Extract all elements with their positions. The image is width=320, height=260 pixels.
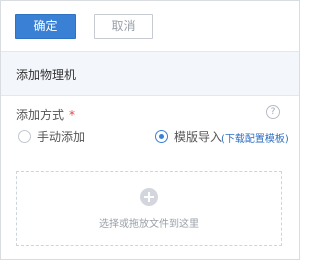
radio-checked-icon[interactable] xyxy=(155,129,168,143)
radio-manual-add[interactable]: 手动添加 xyxy=(18,128,85,144)
add-method-label-text: 添加方式 xyxy=(16,108,65,122)
help-icon[interactable]: ? xyxy=(266,105,280,119)
plus-icon xyxy=(140,188,158,206)
radio-unchecked-icon[interactable] xyxy=(18,129,31,143)
radio-template-import-label: 模版导入 xyxy=(174,129,223,144)
file-dropzone[interactable]: 选择或拖放文件到这里 xyxy=(16,171,282,246)
dialog-panel: 确定 取消 添加物理机 添加方式 * ? 手动添加 模版导入 (下载配置模板) 选… xyxy=(0,0,300,260)
dropzone-text: 选择或拖放文件到这里 xyxy=(99,219,199,230)
toolbar: 确定 取消 xyxy=(1,1,299,51)
confirm-button[interactable]: 确定 xyxy=(15,14,76,39)
add-method-label: 添加方式 * xyxy=(16,106,75,123)
radio-template-import[interactable]: 模版导入 xyxy=(155,128,222,144)
section-header: 添加物理机 xyxy=(1,51,299,96)
download-template-link[interactable]: (下载配置模板) xyxy=(221,130,289,145)
radio-manual-add-label: 手动添加 xyxy=(37,129,86,144)
cancel-button[interactable]: 取消 xyxy=(94,14,153,39)
required-mark: * xyxy=(69,108,76,122)
section-title: 添加物理机 xyxy=(16,68,77,82)
